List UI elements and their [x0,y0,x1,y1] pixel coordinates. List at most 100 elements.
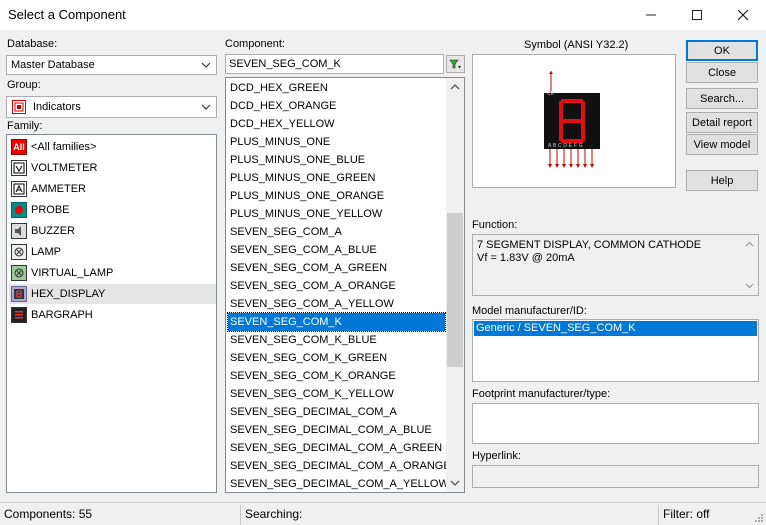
component-list-item[interactable]: SEVEN_SEG_DECIMAL_COM_A_YELLOW [228,475,449,492]
component-list-item[interactable]: SEVEN_SEG_COM_A_ORANGE [228,277,445,295]
scroll-down-icon [745,283,754,289]
search-button[interactable]: Search... [686,88,758,109]
database-select[interactable]: Master Database [6,55,217,75]
family-item-all[interactable]: All <All families> [11,137,216,157]
component-list-item[interactable]: SEVEN_SEG_COM_A_BLUE [228,241,445,259]
maximize-icon [692,10,702,20]
window-title: Select a Component [8,7,126,22]
component-list-item[interactable]: SEVEN_SEG_DECIMAL_COM_A_ORANGE [228,457,451,475]
detail-report-button[interactable]: Detail report [686,112,758,133]
component-list-item[interactable]: SEVEN_SEG_DECIMAL_COM_A_GREEN [228,439,445,457]
chevron-down-icon [201,62,211,68]
component-list-item[interactable]: PLUS_MINUS_ONE_GREEN [228,169,445,187]
family-item-label: LAMP [31,246,61,258]
family-item-label: HEX_DISPLAY [31,288,106,300]
component-list-item[interactable]: PLUS_MINUS_ONE_ORANGE [228,187,445,205]
status-searching: Searching: [245,507,303,521]
detail-report-label: Detail report [692,116,752,129]
family-item-label: PROBE [31,204,70,216]
model-item-selected[interactable]: Generic / SEVEN_SEG_COM_K [474,321,757,336]
maximize-button[interactable] [674,0,720,30]
chevron-down-icon [201,104,211,110]
family-list[interactable]: All <All families> VOLTMETER AMMETER PRO… [6,134,217,493]
buzzer-icon [11,223,27,239]
close-button[interactable]: Close [686,62,758,83]
model-list[interactable]: Generic / SEVEN_SEG_COM_K [472,319,759,382]
function-line-1: 7 SEGMENT DISPLAY, COMMON CATHODE [477,239,702,251]
function-textbox[interactable]: 7 SEGMENT DISPLAY, COMMON CATHODE Vf = 1… [472,234,759,296]
hyperlink-label: Hyperlink: [472,450,521,462]
component-label: Component: [225,38,285,50]
view-model-button[interactable]: View model [686,134,758,155]
scroll-up-icon [745,241,754,247]
component-list-item[interactable]: PLUS_MINUS_ONE_BLUE [228,151,445,169]
component-list-item[interactable]: PLUS_MINUS_ONE_YELLOW [228,205,445,223]
family-label: Family: [7,120,43,132]
component-list-item[interactable]: SEVEN_SEG_DECIMAL_COM_A [228,403,445,421]
component-search-input[interactable]: SEVEN_SEG_COM_K [225,54,444,74]
scrollbar-thumb[interactable] [447,213,463,367]
component-list-item[interactable]: DCD_HEX_ORANGE [228,97,445,115]
bargraph-icon [11,307,27,323]
family-item-label: VIRTUAL_LAMP [31,267,114,279]
function-line-2: Vf = 1.83V @ 20mA [477,252,575,264]
group-value: Indicators [33,101,81,113]
close-window-button[interactable] [720,0,766,30]
minimize-icon [646,14,656,16]
footprint-list[interactable] [472,403,759,444]
ok-button[interactable]: OK [686,40,758,61]
filter-button[interactable] [446,55,465,73]
component-list-item[interactable]: SEVEN_SEG_COM_A [228,223,445,241]
component-list-item[interactable]: SEVEN_SEG_COM_K_YELLOW [228,385,445,403]
segment-pin-labels: A B C D E F G [548,143,583,149]
hyperlink-field[interactable] [472,465,759,488]
help-button[interactable]: Help [686,170,758,191]
component-list-scrollbar[interactable] [446,78,464,492]
probe-icon [11,202,27,218]
function-scrollbar[interactable] [741,235,758,295]
search-label: Search... [699,92,745,105]
indicators-icon [12,100,26,114]
component-list-item[interactable]: SEVEN_SEG_COM_A_GREEN [228,259,445,277]
virtual-lamp-icon [11,265,27,281]
family-item-label: AMMETER [31,183,86,195]
component-list-item[interactable]: DCD_HEX_YELLOW [228,115,445,133]
family-item-buzzer[interactable]: BUZZER [11,221,216,241]
family-item-ammeter[interactable]: AMMETER [11,179,216,199]
minimize-button[interactable] [628,0,674,30]
component-list[interactable]: DCD_HEX_GREEN DCD_HEX_ORANGE DCD_HEX_YELLO… [225,77,465,493]
database-label: Database: [7,38,58,50]
family-item-lamp[interactable]: LAMP [11,242,216,262]
component-list-item[interactable]: SEVEN_SEG_DECIMAL_COM_A_BLUE [228,421,445,439]
family-item-virtual-lamp[interactable]: VIRTUAL_LAMP [11,263,216,283]
resize-grip-icon [755,514,763,522]
component-list-item[interactable]: SEVEN_SEG_COM_K [227,312,446,332]
component-search-value: SEVEN_SEG_COM_K [229,58,341,70]
help-label: Help [710,174,734,187]
group-select[interactable]: Indicators [6,96,217,118]
seven-segment-symbol [544,71,600,168]
family-item-label: BUZZER [31,225,75,237]
family-item-label: VOLTMETER [31,162,98,174]
component-list-item[interactable]: SEVEN_SEG_COM_A_YELLOW [228,295,445,313]
family-item-label: BARGRAPH [31,309,93,321]
component-list-item[interactable]: SEVEN_SEG_COM_K_ORANGE [228,367,445,385]
component-list-item[interactable]: SEVEN_SEG_COM_K_GREEN [228,349,445,367]
ammeter-icon [11,181,27,197]
lamp-icon [11,244,27,260]
group-label: Group: [7,79,41,91]
close-icon [737,9,749,21]
status-bar: Components: 55 Searching: Filter: off [0,502,766,525]
family-item-bargraph[interactable]: BARGRAPH [11,305,216,325]
voltmeter-icon [11,160,27,176]
ok-label: OK [714,44,730,57]
status-filter: Filter: off [663,507,710,521]
family-item-voltmeter[interactable]: VOLTMETER [11,158,216,178]
component-list-item[interactable]: SEVEN_SEG_COM_K_BLUE [228,331,445,349]
component-list-item[interactable]: DCD_HEX_GREEN [228,79,445,97]
family-item-hex-display[interactable]: HEX_DISPLAY [9,284,216,304]
hex-display-icon [11,286,27,302]
component-list-item[interactable]: PLUS_MINUS_ONE [228,133,445,151]
family-item-probe[interactable]: PROBE [11,200,216,220]
model-label: Model manufacturer/ID: [472,305,587,317]
